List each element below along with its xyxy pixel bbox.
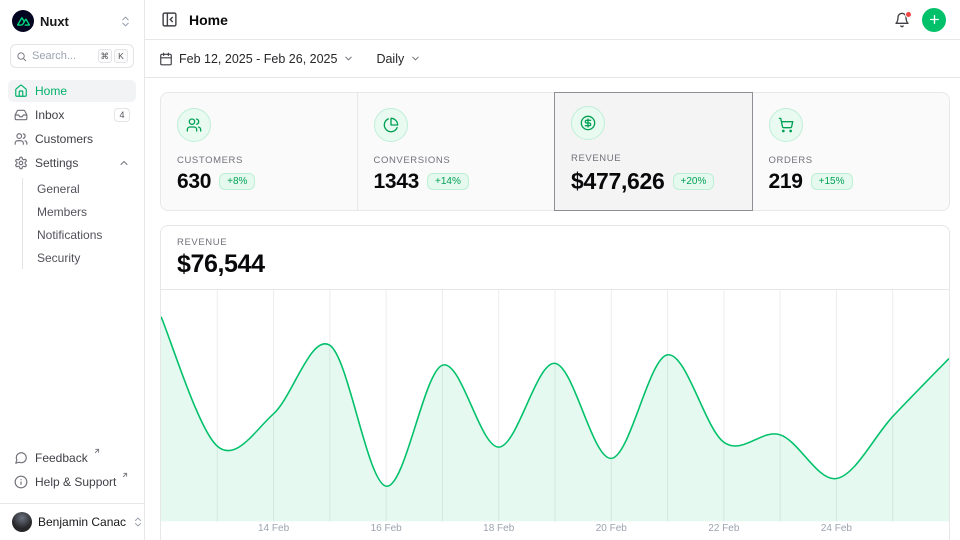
stat-label: CONVERSIONS <box>374 155 539 166</box>
circle-dollar-icon <box>571 106 605 140</box>
x-tick-label: 18 Feb <box>483 523 514 534</box>
info-circle-icon <box>14 475 28 489</box>
message-circle-icon <box>14 451 28 465</box>
users-icon <box>14 132 28 146</box>
chart-metric-value: $76,544 <box>177 250 933 279</box>
kbd-cmd: ⌘ <box>98 49 113 63</box>
delta-badge: +8% <box>219 173 255 190</box>
avatar <box>12 512 32 532</box>
chevron-down-icon <box>343 53 354 64</box>
stat-card-orders[interactable]: ORDERS 219 +15% <box>752 92 951 211</box>
feedback-label: Feedback <box>35 451 88 465</box>
inbox-icon <box>14 108 28 122</box>
sidebar-item-notifications[interactable]: Notifications <box>31 224 136 246</box>
stat-value: 1343 <box>374 170 420 194</box>
main-area: Home Feb 12, 2 <box>145 0 960 540</box>
dashboard-content: CUSTOMERS 630 +8% CONVERSIONS 1343 +14% <box>145 78 960 540</box>
sidebar-item-label: Inbox <box>35 108 64 122</box>
panel-left-close-icon <box>161 11 178 28</box>
team-switcher[interactable]: Nuxt <box>8 8 136 34</box>
chevron-up-down-icon <box>119 15 132 28</box>
feedback-link[interactable]: Feedback <box>8 447 136 469</box>
user-section: Benjamin Canac <box>0 503 144 540</box>
stat-label: CUSTOMERS <box>177 155 341 166</box>
settings-sub-list: General Members Notifications Security <box>22 178 136 269</box>
delta-badge: +20% <box>673 173 715 190</box>
sidebar-item-inbox[interactable]: Inbox 4 <box>8 104 136 126</box>
sidebar-item-label: Customers <box>35 132 93 146</box>
stats-grid: CUSTOMERS 630 +8% CONVERSIONS 1343 +14% <box>160 92 950 211</box>
plus-icon <box>928 13 941 26</box>
users-icon <box>177 108 211 142</box>
x-tick-label: 20 Feb <box>596 523 627 534</box>
sidebar-item-label: Home <box>35 84 67 98</box>
inbox-count-badge: 4 <box>114 108 130 122</box>
stat-value: $477,626 <box>571 168 665 195</box>
help-support-label: Help & Support <box>35 475 116 489</box>
stat-card-revenue[interactable]: REVENUE $477,626 +20% <box>554 92 753 211</box>
filter-toolbar: Feb 12, 2025 - Feb 26, 2025 Daily <box>145 40 960 78</box>
chart-pie-icon <box>374 108 408 142</box>
sidebar-item-general[interactable]: General <box>31 178 136 200</box>
home-icon <box>14 84 28 98</box>
delta-badge: +14% <box>427 173 469 190</box>
add-button[interactable] <box>922 8 946 32</box>
chart-header: REVENUE $76,544 <box>161 226 949 290</box>
nuxt-logo-icon <box>12 10 34 32</box>
sidebar-collapse-button[interactable] <box>159 9 180 30</box>
stat-label: ORDERS <box>769 155 934 166</box>
sidebar-nav: Home Inbox 4 Customers Settings <box>8 80 136 269</box>
revenue-area-chart[interactable]: 14 Feb 16 Feb 18 Feb 20 Feb 22 Feb 24 Feb <box>161 290 949 540</box>
date-range-picker[interactable]: Feb 12, 2025 - Feb 26, 2025 <box>159 52 354 66</box>
sidebar-item-security[interactable]: Security <box>31 247 136 269</box>
header-actions <box>892 8 946 32</box>
x-axis-labels: 14 Feb 16 Feb 18 Feb 20 Feb 22 Feb 24 Feb <box>161 523 949 537</box>
chevron-up-icon <box>118 157 130 169</box>
x-tick-label: 22 Feb <box>708 523 739 534</box>
stat-label: REVENUE <box>571 153 736 164</box>
sidebar-item-home[interactable]: Home <box>8 80 136 102</box>
top-header: Home <box>145 0 960 40</box>
x-tick-label: 16 Feb <box>371 523 402 534</box>
search-icon <box>16 51 27 62</box>
chart-plot <box>161 290 949 540</box>
sidebar-item-label: Settings <box>35 156 78 170</box>
brand-name: Nuxt <box>40 14 69 29</box>
stat-value: 219 <box>769 170 803 194</box>
search-input[interactable]: Search... ⌘ K <box>10 44 134 68</box>
notification-dot <box>905 11 912 18</box>
search-placeholder: Search... <box>32 50 76 62</box>
stat-card-customers[interactable]: CUSTOMERS 630 +8% <box>160 92 358 211</box>
stat-value: 630 <box>177 170 211 194</box>
delta-badge: +15% <box>811 173 853 190</box>
sidebar: Nuxt Search... ⌘ K Home <box>0 0 145 540</box>
chevron-down-icon <box>410 53 421 64</box>
chart-metric-label: REVENUE <box>177 237 933 248</box>
sidebar-footer: Feedback Help & Support <box>8 447 136 497</box>
stat-card-conversions[interactable]: CONVERSIONS 1343 +14% <box>357 92 556 211</box>
shopping-cart-icon <box>769 108 803 142</box>
period-label: Daily <box>376 52 404 66</box>
gear-icon <box>14 156 28 170</box>
external-link-icon <box>93 447 101 455</box>
search-shortcut: ⌘ K <box>98 49 129 63</box>
period-select[interactable]: Daily <box>376 52 421 66</box>
date-range-label: Feb 12, 2025 - Feb 26, 2025 <box>179 52 337 66</box>
chevron-up-down-icon <box>132 516 144 528</box>
external-link-icon <box>121 471 129 479</box>
sidebar-item-settings[interactable]: Settings <box>8 152 136 174</box>
app-root: Nuxt Search... ⌘ K Home <box>0 0 960 540</box>
sidebar-item-customers[interactable]: Customers <box>8 128 136 150</box>
notifications-button[interactable] <box>892 10 912 30</box>
user-menu[interactable]: Benjamin Canac <box>10 510 134 534</box>
help-support-link[interactable]: Help & Support <box>8 471 136 493</box>
calendar-icon <box>159 52 173 66</box>
revenue-chart-panel: REVENUE $76,544 14 Feb 16 Feb 18 Feb 20 Feb… <box>160 225 950 540</box>
user-name: Benjamin Canac <box>38 515 126 529</box>
sidebar-item-members[interactable]: Members <box>31 201 136 223</box>
x-tick-label: 14 Feb <box>258 523 289 534</box>
x-tick-label: 24 Feb <box>821 523 852 534</box>
kbd-k: K <box>114 49 128 63</box>
page-title: Home <box>189 12 228 28</box>
